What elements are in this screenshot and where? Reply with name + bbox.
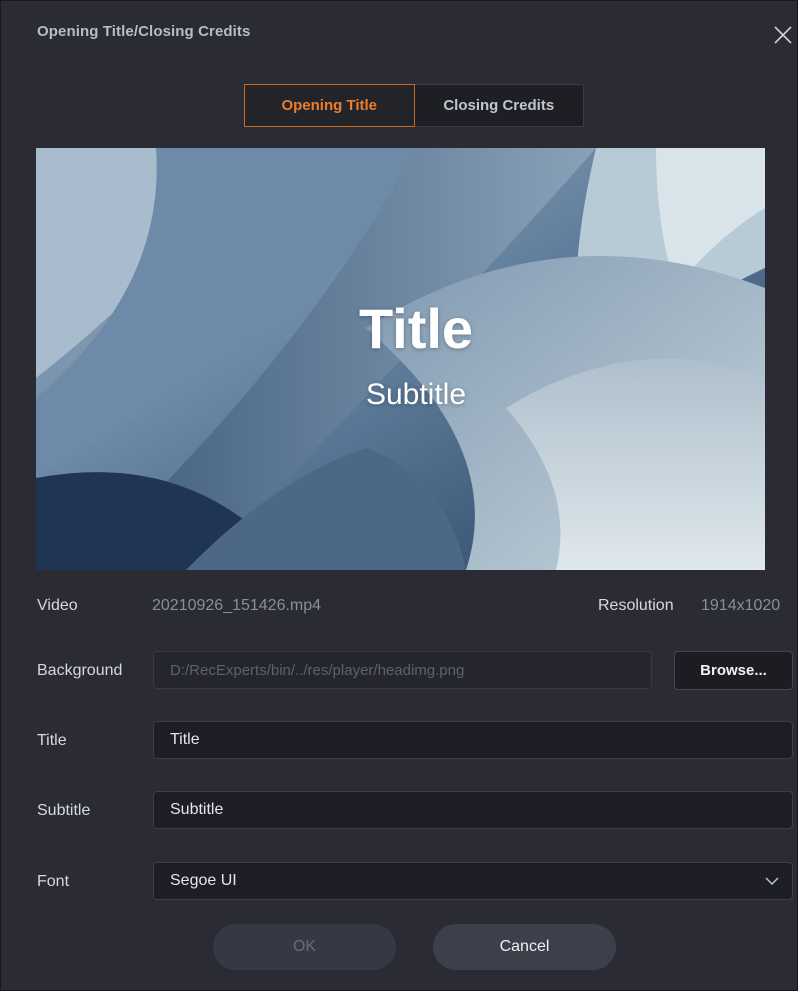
subtitle-label: Subtitle — [37, 802, 91, 819]
tab-closing-credits[interactable]: Closing Credits — [414, 84, 584, 127]
resolution-label: Resolution — [598, 597, 674, 614]
subtitle-field[interactable] — [153, 791, 793, 829]
ok-button[interactable]: OK — [213, 924, 396, 970]
title-label: Title — [37, 732, 67, 749]
background-path-field: D:/RecExperts/bin/../res/player/headimg.… — [153, 651, 652, 689]
dialog-title-bar: Opening Title/Closing Credits — [1, 1, 798, 67]
font-label: Font — [37, 873, 70, 890]
cancel-button[interactable]: Cancel — [433, 924, 616, 970]
tab-opening-title[interactable]: Opening Title — [244, 84, 415, 127]
background-label: Background — [37, 662, 123, 679]
title-input[interactable] — [170, 731, 792, 749]
title-preview: Title Subtitle — [36, 148, 765, 570]
browse-button[interactable]: Browse... — [674, 651, 793, 690]
font-select-value: Segoe UI — [170, 872, 237, 889]
background-path-value: D:/RecExperts/bin/../res/player/headimg.… — [170, 661, 465, 679]
video-label: Video — [37, 597, 78, 614]
preview-subtitle-text: Subtitle — [365, 378, 467, 411]
close-button[interactable] — [771, 23, 795, 47]
dialog-title: Opening Title/Closing Credits — [37, 23, 251, 40]
title-field[interactable] — [153, 721, 793, 759]
resolution-value: 1914x1020 — [701, 597, 781, 614]
chevron-down-icon — [765, 877, 779, 885]
font-select[interactable]: Segoe UI — [153, 862, 793, 900]
preview-title-text: Title — [358, 297, 474, 360]
subtitle-input[interactable] — [170, 801, 792, 819]
opening-title-dialog: Opening Title/Closing Credits Opening Ti… — [0, 0, 798, 991]
close-icon — [774, 26, 792, 44]
video-filename: 20210926_151426.mp4 — [152, 597, 322, 614]
tab-bar: Opening Title Closing Credits — [244, 84, 584, 127]
